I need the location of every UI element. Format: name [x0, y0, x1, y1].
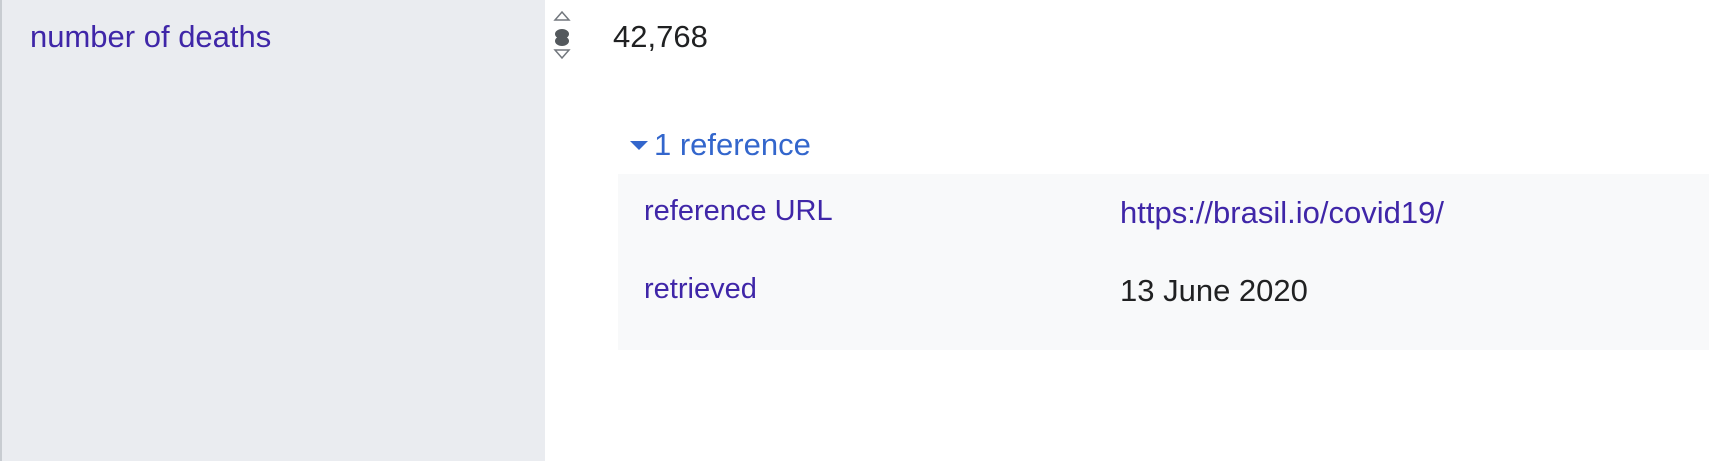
- rank-selector[interactable]: [552, 10, 572, 62]
- reference-property-label[interactable]: retrieved: [644, 272, 757, 307]
- rank-normal-icon: [553, 10, 571, 60]
- statement-group: number of deaths 42,768 1 reference refe…: [0, 0, 1709, 461]
- reference-row-url: reference URL https://brasil.io/covid19/: [618, 174, 1709, 244]
- reference-box: reference URL https://brasil.io/covid19/…: [618, 174, 1709, 350]
- property-label[interactable]: number of deaths: [30, 18, 271, 55]
- statement-value: 42,768: [613, 19, 708, 54]
- expand-triangle-icon: [630, 141, 648, 151]
- property-cell: number of deaths: [0, 0, 545, 461]
- reference-row-retrieved: retrieved 13 June 2020: [618, 252, 1709, 322]
- references-toggle[interactable]: 1 reference: [630, 126, 811, 163]
- reference-property-label[interactable]: reference URL: [644, 194, 833, 229]
- references-count-label: 1 reference: [654, 127, 811, 162]
- retrieved-date-value: 13 June 2020: [1120, 273, 1308, 308]
- reference-url-link[interactable]: https://brasil.io/covid19/: [1120, 194, 1444, 231]
